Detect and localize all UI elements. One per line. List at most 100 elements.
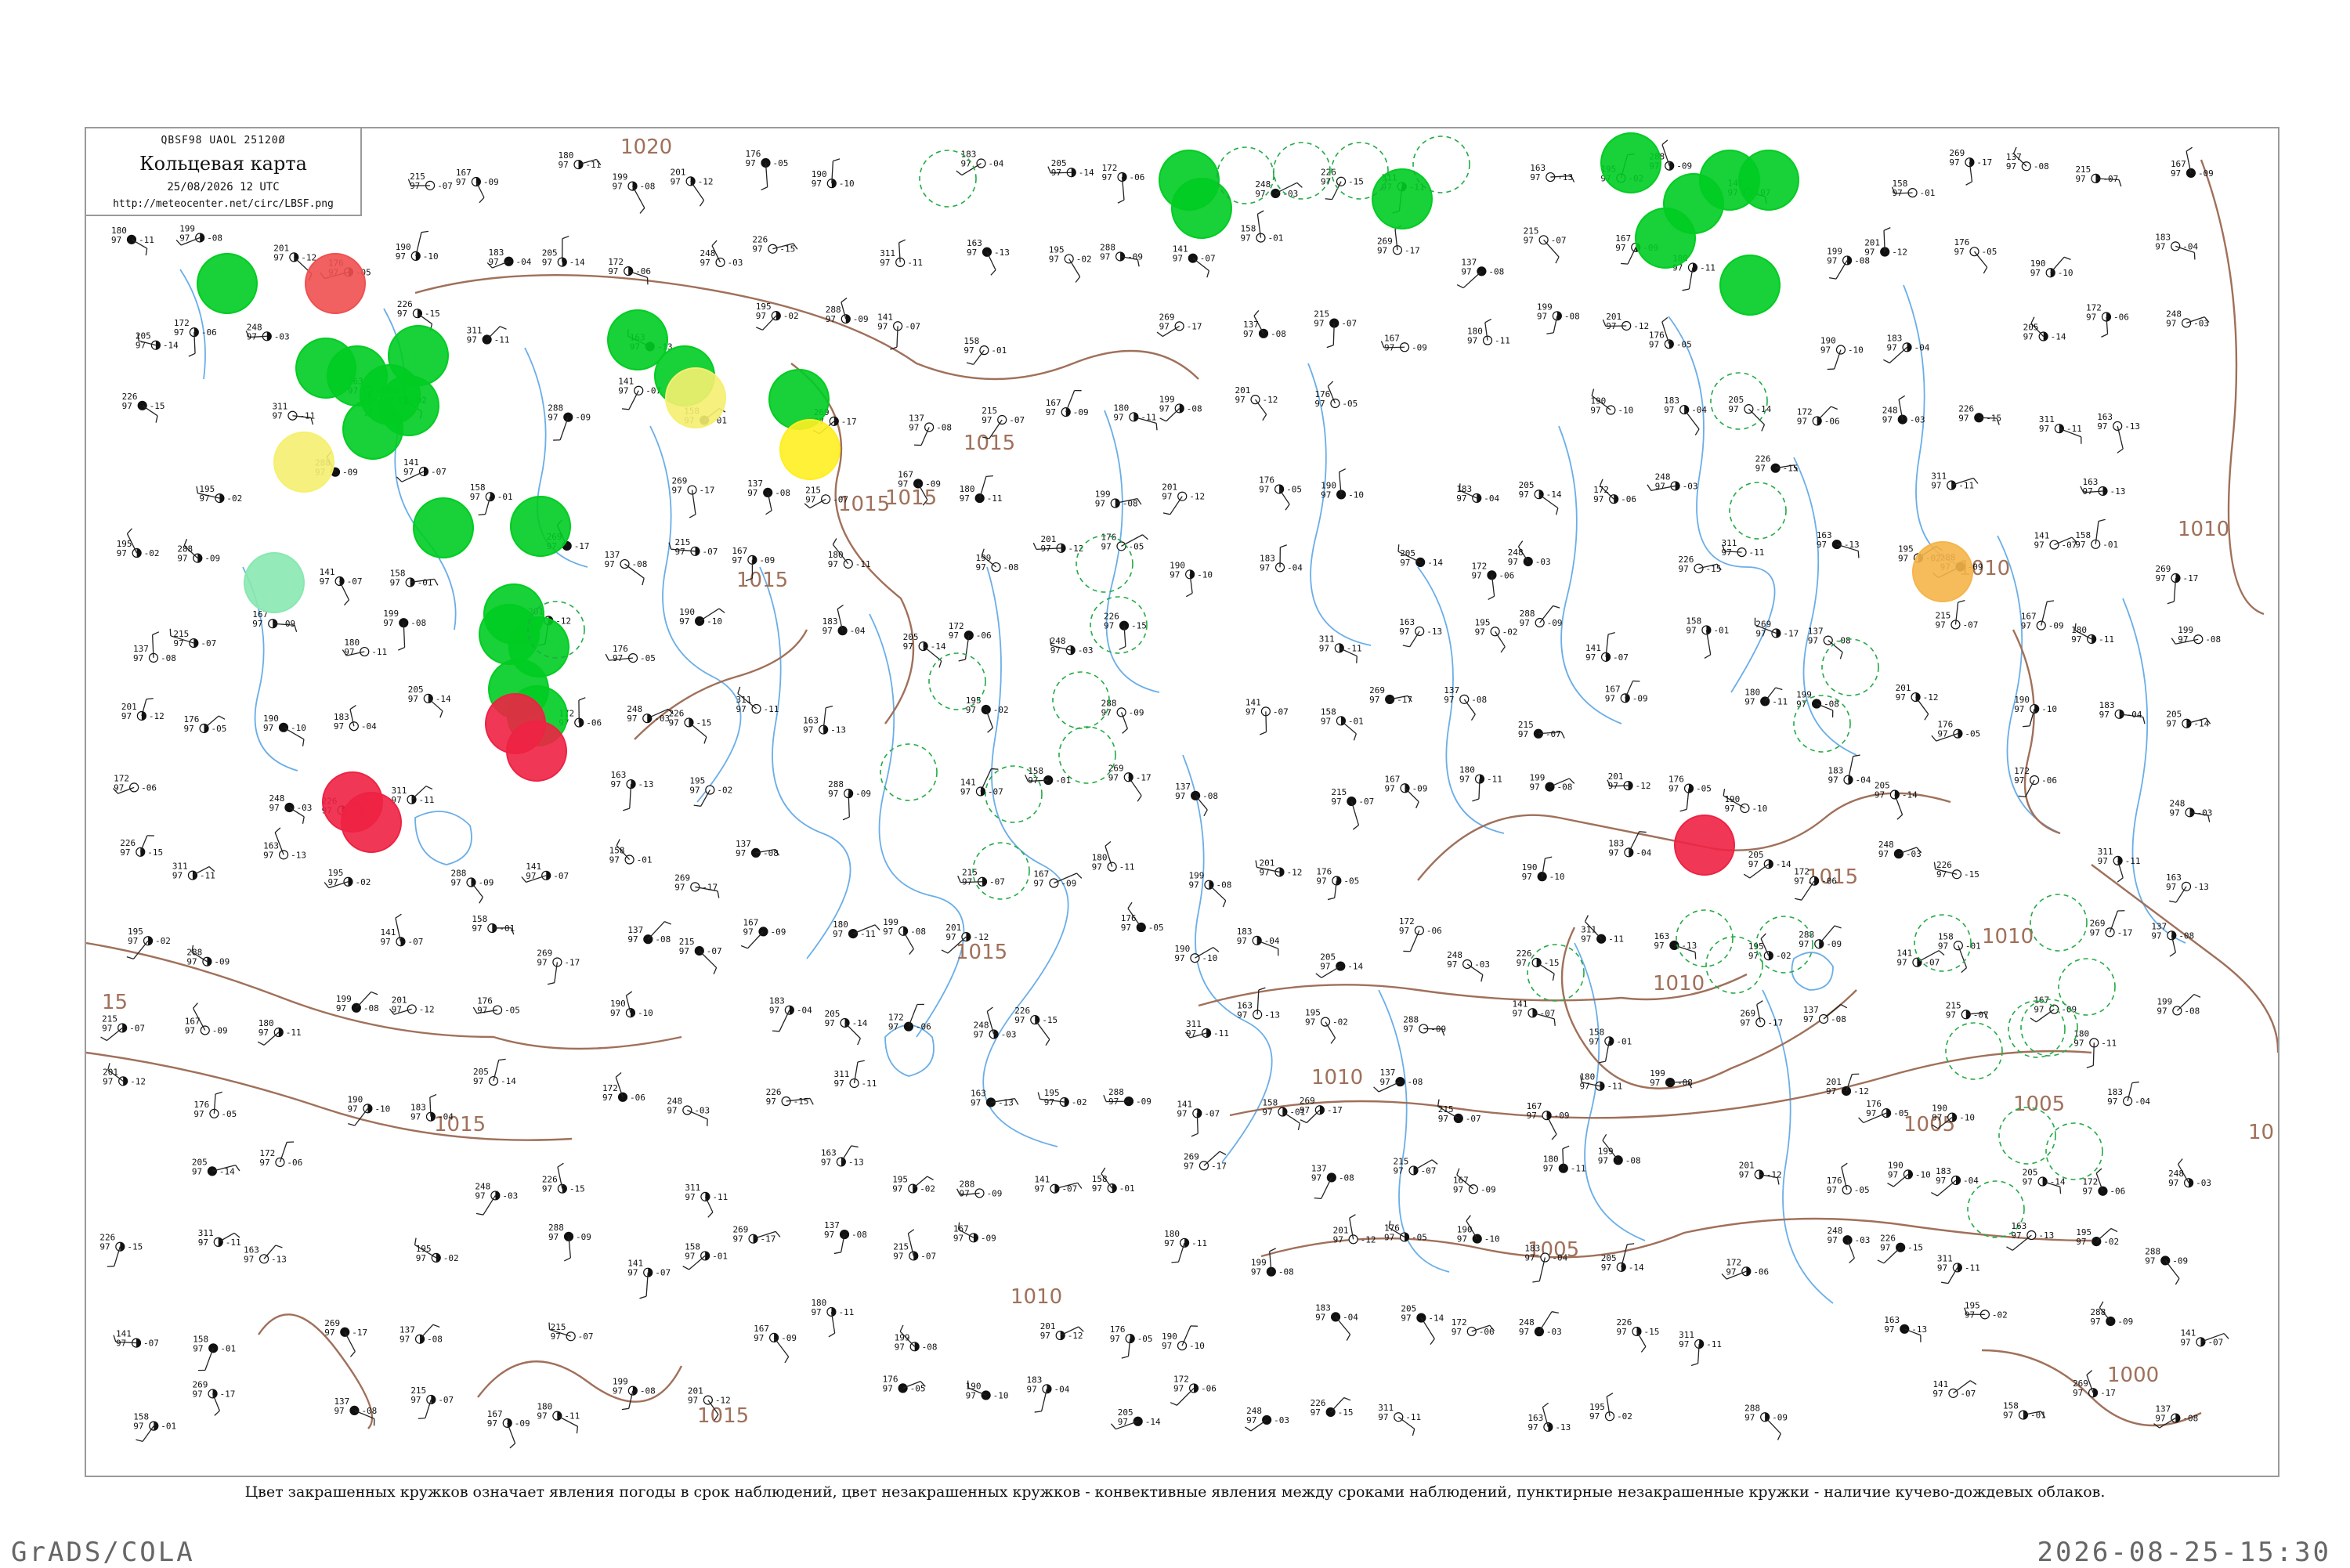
station-tendency: -09: [987, 1188, 1003, 1198]
station-plot: 26997-17: [2156, 564, 2199, 604]
wind-barb-feather: [1831, 406, 1837, 409]
station-tendency: -07: [1200, 254, 1216, 264]
station-tendency: -04: [1343, 1312, 1358, 1322]
wind-barb-feather: [1254, 310, 1259, 316]
station-tendency: -09: [925, 479, 941, 489]
wind-barb-feather: [127, 529, 132, 534]
station-pressure: 97: [2090, 927, 2100, 938]
station-pressure: 97: [548, 1232, 559, 1242]
station-plot: 21597-07: [549, 1322, 594, 1342]
station-tendency: -11: [139, 235, 154, 245]
station-tendency: -05: [504, 1006, 520, 1016]
station-plot: 18097-11: [1467, 319, 1510, 345]
wind-barb-feather: [2019, 796, 2026, 797]
station-plot: 19097-10: [2030, 257, 2073, 278]
station-tendency: -10: [1189, 1341, 1205, 1351]
station-tendency: -08: [775, 488, 790, 498]
map-canvas: 1020 1015 1015 1015 1015 1015 1015 1015 …: [86, 128, 2278, 1476]
station-tendency: -10: [707, 616, 722, 627]
station-pressure: 97: [114, 782, 124, 793]
station-tendency: -17: [1976, 157, 1992, 168]
station-pressure: 97: [2034, 1005, 2044, 1015]
station-pressure: 97: [1589, 1411, 1600, 1422]
station-tendency: -14: [2051, 332, 2066, 342]
station-pressure: 97: [537, 957, 547, 967]
station-tendency: -02: [1076, 254, 1092, 264]
wind-barb-feather: [2167, 602, 2175, 604]
station-pressure: 97: [1740, 1017, 1750, 1028]
station-pressure: 97: [2082, 1187, 2092, 1197]
station-tendency: -11: [907, 258, 923, 268]
station-plot: 19097-10: [1820, 336, 1864, 370]
station-tendency: -09: [204, 554, 220, 564]
station-tendency: -07: [989, 877, 1005, 887]
station-plot: 17697-05: [1384, 1221, 1427, 1243]
wind-barb-feather: [834, 1252, 841, 1254]
station-plot: 16397-13: [967, 238, 1010, 275]
station-plot: 13797-08: [909, 413, 952, 445]
wind-barb-feather: [1970, 1381, 1976, 1385]
wind-barb-feather: [1899, 396, 1905, 399]
station-tendency: -01: [1348, 716, 1364, 726]
station-plot: 16397-13: [1237, 988, 1280, 1020]
station-tendency: -01: [1965, 941, 1981, 951]
station-pressure: 97: [880, 258, 890, 268]
cloud-cover-symbol: [1607, 406, 1615, 414]
wind-barb-feather: [843, 817, 849, 820]
cloud-cover-symbol: [285, 803, 294, 811]
station-plot: 15897-01: [1241, 211, 1284, 244]
station-pressure: 97: [1616, 1327, 1626, 1337]
station-pressure: 97: [1518, 729, 1528, 739]
river: [1574, 943, 1645, 1241]
station-plot: 26997-17: [1300, 1096, 1343, 1122]
wind-barb-feather: [1298, 1123, 1300, 1130]
station-pressure: 97: [2014, 775, 2024, 786]
station-plot: 14197-07: [522, 862, 569, 883]
station-pressure: 97: [1384, 1232, 1394, 1242]
station-tendency: -06: [1824, 416, 1840, 426]
station-plot: 26997-17: [537, 948, 580, 984]
map-title: Кольцевая карта: [86, 153, 360, 175]
wind-barb-feather: [396, 914, 402, 918]
station-plot: 18097-11: [1744, 687, 1788, 706]
station-plot: 17697-05: [1259, 475, 1302, 510]
station-tendency: -09: [1547, 618, 1563, 628]
station-plot: 19997-08: [1598, 1134, 1641, 1165]
cumulonimbus-ring: [2030, 894, 2087, 951]
wind-barb: [921, 427, 929, 445]
wind-barb-feather: [1621, 263, 1628, 264]
station-plot: 18397-04: [2099, 700, 2145, 724]
station-plot: 15897-01: [609, 839, 653, 865]
station-pressure: 97: [756, 311, 766, 321]
station-pressure: 97: [1527, 1111, 1537, 1121]
wind-barb-feather: [215, 1092, 222, 1094]
station-tendency: -05: [1965, 729, 1980, 739]
station-plot: 24897-03: [1050, 636, 1094, 656]
wind-barb-feather: [1883, 359, 1889, 363]
station-plot: 24897-03: [475, 1181, 518, 1215]
observation-datetime: 25/08/2026 12 UTC: [86, 181, 360, 193]
station-pressure: 97: [526, 871, 536, 881]
station-pressure: 97: [736, 704, 747, 714]
station-pressure: 97: [1400, 558, 1410, 568]
station-pressure: 97: [1664, 405, 1674, 415]
station-plot: 26997-17: [1184, 1151, 1227, 1171]
station-plot: 22697-15: [1878, 1234, 1923, 1263]
station-tendency: -13: [2124, 421, 2140, 432]
station-tendency: -02: [443, 1253, 459, 1263]
station-tendency: -14: [436, 694, 451, 704]
station-tendency: -15: [1783, 464, 1799, 474]
wind-barb-feather: [991, 769, 998, 770]
station-tendency: -08: [1564, 311, 1580, 321]
station-pressure: 97: [380, 937, 390, 947]
weather-phenomenon-marker: [1720, 255, 1780, 315]
station-pressure: 97: [1377, 245, 1387, 255]
station-plot: 19997-08: [176, 223, 222, 245]
cumulonimbus-ring: [1822, 639, 1878, 695]
weather-phenomenon-marker: [780, 420, 840, 479]
wind-barb-feather: [1553, 606, 1560, 609]
station-tendency: -08: [2205, 634, 2221, 645]
station-tendency: -14: [219, 1166, 235, 1176]
wind-barb-feather: [700, 201, 704, 206]
station-pressure: 97: [347, 1104, 357, 1114]
